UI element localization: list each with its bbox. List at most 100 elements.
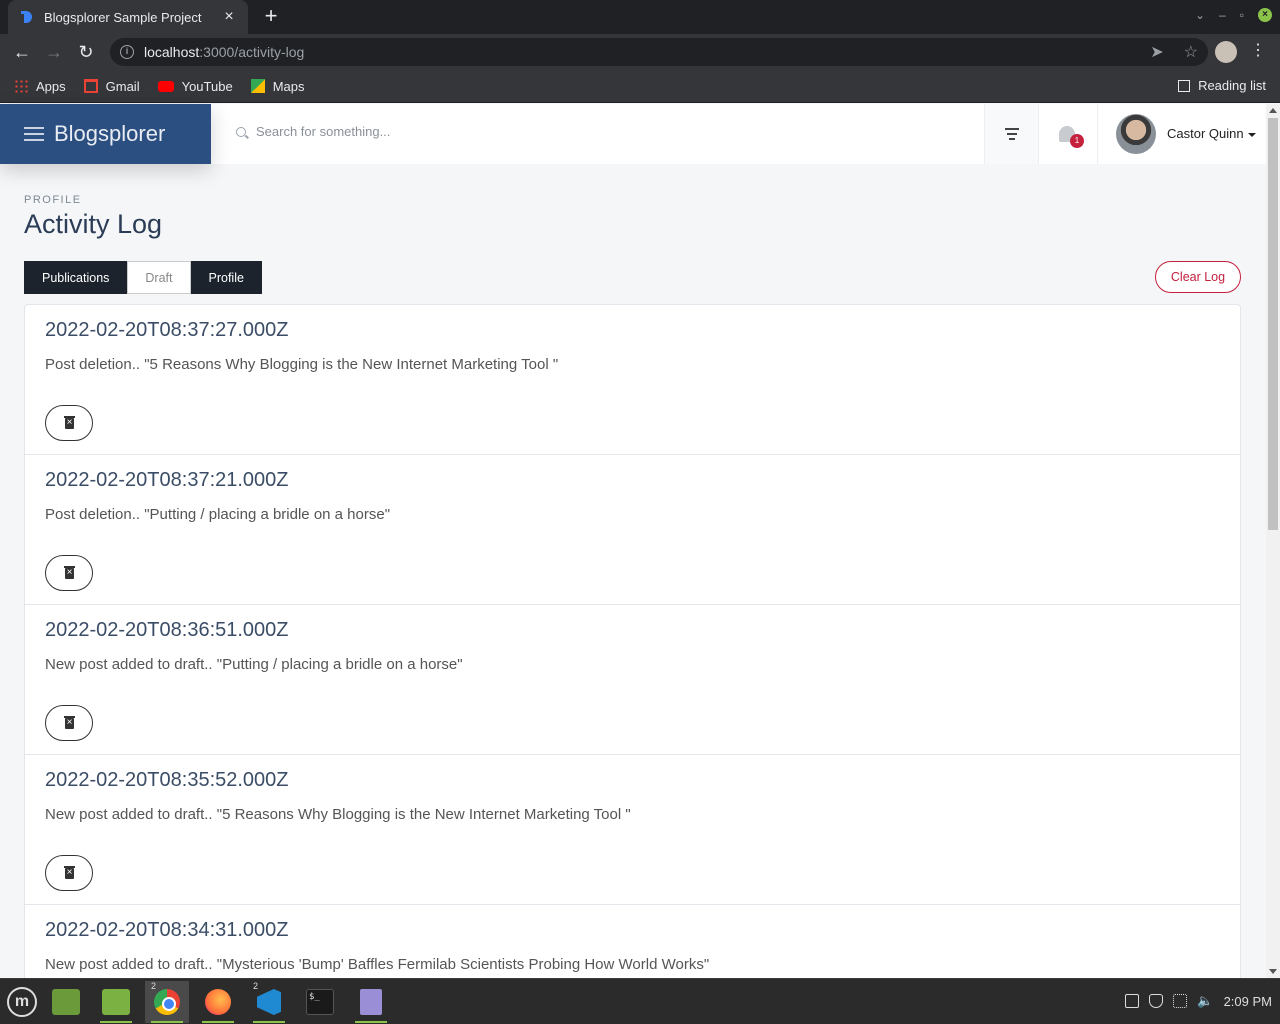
tab-profile[interactable]: Profile [190, 261, 262, 294]
bookmark-youtube[interactable]: YouTube [157, 78, 233, 94]
bookmark-apps[interactable]: Apps [14, 79, 66, 94]
taskbar-files[interactable] [94, 981, 138, 1023]
log-message: New post added to draft.. "Putting / pla… [45, 656, 463, 673]
taskbar-firefox[interactable] [196, 981, 240, 1023]
notifications-button[interactable]: 1 [1038, 104, 1098, 164]
os-taskbar: m 2 2 $_ 🔈 2:09 PM [0, 978, 1280, 1024]
text-editor-icon [360, 989, 382, 1015]
browser-tab[interactable]: Blogsplorer Sample Project × [8, 0, 248, 34]
forward-arrow-icon[interactable]: → [42, 40, 66, 64]
scrollbar-thumb[interactable] [1268, 118, 1278, 530]
send-icon[interactable]: ➤ [1150, 42, 1163, 62]
log-entry: 2022-02-20T08:35:52.000Z New post added … [25, 755, 1240, 905]
bookmark-label: YouTube [181, 78, 233, 94]
taskbar-text-editor[interactable] [349, 981, 393, 1023]
user-menu[interactable]: Castor Quinn [1167, 126, 1256, 141]
browser-menu-icon[interactable]: ⋮ [1250, 40, 1266, 60]
window-controls: ⌄ – ▫ × [1195, 8, 1272, 22]
bookmark-maps[interactable]: Maps [250, 78, 305, 94]
hamburger-menu-icon[interactable] [24, 123, 44, 145]
log-entry: 2022-02-20T08:37:27.000Z Post deletion..… [25, 305, 1240, 455]
clear-log-button[interactable]: Clear Log [1155, 261, 1241, 293]
maximize-icon[interactable]: ▫ [1240, 8, 1244, 22]
youtube-icon [157, 80, 174, 92]
apps-grid-icon [14, 79, 28, 93]
filter-icon [1004, 128, 1019, 130]
new-tab-button[interactable]: + [258, 4, 284, 30]
url-path: :3000/activity-log [199, 44, 305, 60]
bookmark-label: Maps [272, 78, 305, 94]
address-bar[interactable]: i localhost:3000/activity-log ➤ ☆ [110, 38, 1208, 66]
notification-badge: 1 [1070, 134, 1084, 148]
brand-panel: Blogsplorer [0, 104, 211, 164]
scroll-down-arrow-icon[interactable] [1269, 969, 1277, 974]
browser-tab-title: Blogsplorer Sample Project [44, 9, 202, 25]
reading-list-button[interactable]: Reading list [1178, 78, 1266, 93]
bookmark-star-icon[interactable]: ☆ [1184, 42, 1198, 62]
log-timestamp: 2022-02-20T08:36:51.000Z [45, 619, 289, 641]
chrome-icon [154, 989, 180, 1015]
url-text[interactable]: localhost:3000/activity-log [144, 44, 304, 60]
scroll-up-arrow-icon[interactable] [1269, 108, 1277, 113]
delete-log-button[interactable] [45, 555, 93, 591]
trash-icon [64, 716, 75, 730]
tab-search-icon[interactable]: ⌄ [1195, 8, 1205, 22]
log-timestamp: 2022-02-20T08:34:31.000Z [45, 919, 289, 941]
linux-mint-icon: m [7, 987, 37, 1017]
start-menu-button[interactable]: m [0, 981, 44, 1023]
page-eyebrow: PROFILE [24, 194, 82, 206]
search-icon [236, 126, 246, 137]
user-avatar[interactable] [1116, 114, 1156, 154]
log-entry: 2022-02-20T08:34:31.000Z New post added … [25, 905, 1240, 978]
delete-log-button[interactable] [45, 855, 93, 891]
search-input[interactable] [256, 124, 956, 139]
reload-icon[interactable]: ↻ [74, 40, 98, 64]
back-arrow-icon[interactable]: ← [10, 40, 34, 64]
tab-draft[interactable]: Draft [127, 261, 191, 294]
log-message: New post added to draft.. "5 Reasons Why… [45, 806, 631, 823]
maps-icon [250, 79, 265, 93]
reading-list-label: Reading list [1198, 78, 1266, 93]
log-timestamp: 2022-02-20T08:35:52.000Z [45, 769, 289, 791]
clipboard-icon[interactable] [1125, 994, 1140, 1008]
brand-name[interactable]: Blogsplorer [54, 121, 165, 147]
activity-log-list: 2022-02-20T08:37:27.000Z Post deletion..… [24, 304, 1241, 978]
caret-down-icon [1247, 132, 1256, 137]
volume-icon[interactable]: 🔈 [1197, 993, 1213, 1009]
log-timestamp: 2022-02-20T08:37:27.000Z [45, 319, 289, 341]
taskbar-vscode[interactable]: 2 [247, 981, 291, 1023]
minimize-icon[interactable]: – [1219, 8, 1226, 22]
log-timestamp: 2022-02-20T08:37:21.000Z [45, 469, 289, 491]
search-bar [236, 124, 956, 139]
page-scrollbar[interactable] [1266, 104, 1280, 978]
taskbar-show-desktop[interactable] [44, 981, 88, 1023]
taskbar-terminal[interactable]: $_ [298, 981, 342, 1023]
shield-icon[interactable] [1149, 994, 1164, 1008]
close-tab-icon[interactable]: × [220, 8, 238, 26]
vscode-window-count: 2 [253, 981, 259, 991]
filter-button[interactable] [984, 104, 1038, 164]
gmail-icon [83, 79, 98, 93]
close-window-icon[interactable]: × [1258, 8, 1272, 22]
trash-icon [64, 416, 75, 430]
url-host: localhost [144, 44, 200, 60]
log-message: Post deletion.. "5 Reasons Why Blogging … [45, 356, 559, 373]
delete-log-button[interactable] [45, 405, 93, 441]
bookmark-label: Apps [36, 78, 66, 94]
delete-log-button[interactable] [45, 705, 93, 741]
clock[interactable]: 2:09 PM [1224, 994, 1272, 1009]
log-message: Post deletion.. "Putting / placing a bri… [45, 506, 391, 523]
log-entry: 2022-02-20T08:37:21.000Z Post deletion..… [25, 455, 1240, 605]
trash-icon [64, 566, 75, 580]
filter-icon-short [1008, 138, 1015, 140]
desktop-folder-icon [52, 989, 80, 1015]
network-icon[interactable] [1173, 994, 1188, 1008]
reading-list-icon [1178, 79, 1191, 92]
tab-publications[interactable]: Publications [24, 261, 128, 294]
log-filter-tabs: Publications Draft Profile [24, 261, 262, 294]
taskbar-chrome[interactable]: 2 [145, 981, 189, 1023]
terminal-icon: $_ [306, 989, 334, 1015]
site-info-icon[interactable]: i [120, 45, 134, 59]
bookmark-gmail[interactable]: Gmail [83, 79, 140, 94]
browser-profile-avatar[interactable] [1215, 41, 1237, 63]
